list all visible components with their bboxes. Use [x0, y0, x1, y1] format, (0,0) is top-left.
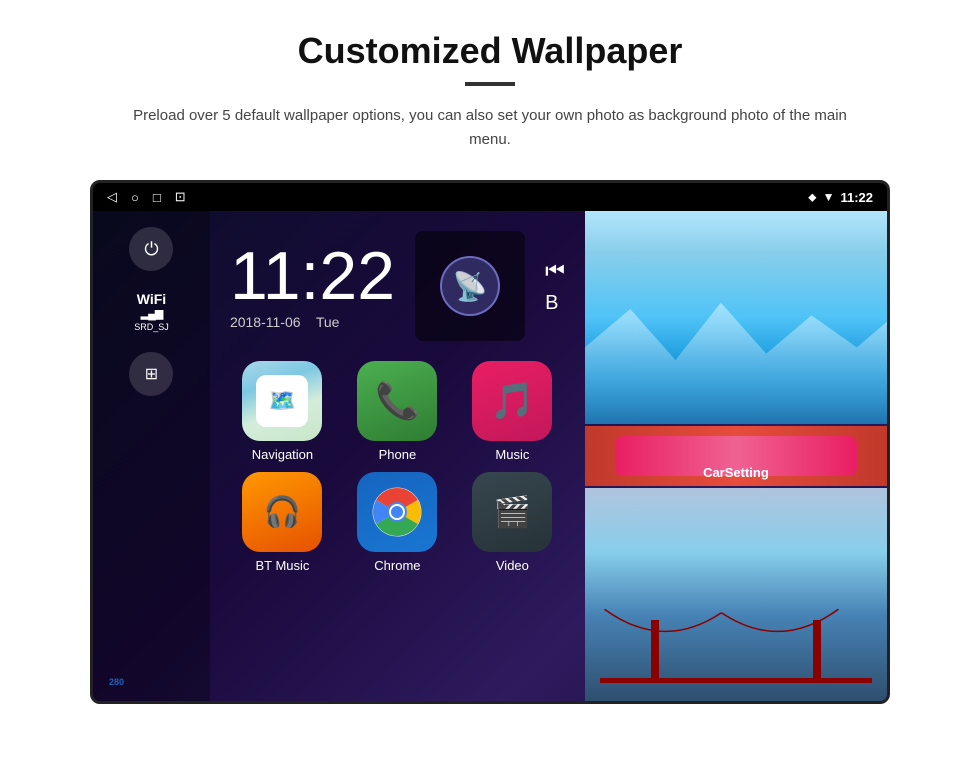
clock-date: 2018-11-06 Tue [230, 314, 395, 330]
clock-row: 11:22 2018-11-06 Tue 📡 [210, 211, 585, 351]
media-controls: ⏮ B [545, 258, 565, 315]
ice-cave-background [585, 211, 887, 424]
apps-grid-icon: ⊞ [145, 364, 158, 384]
status-bar-right: ⬥ ▼ 11:22 [808, 190, 873, 205]
phone-label: Phone [379, 447, 417, 462]
chrome-label: Chrome [374, 558, 420, 573]
music-icon: 🎵 [472, 361, 552, 441]
bt-music-icon: 🎧 [242, 472, 322, 552]
app-music[interactable]: 🎵 Music [460, 361, 565, 462]
recents-nav-icon: □ [153, 190, 161, 205]
video-label: Video [496, 558, 529, 573]
navigation-icon-inner: 🗺️ [256, 375, 308, 427]
app-bt-music[interactable]: 🎧 BT Music [230, 472, 335, 573]
bt-music-label: BT Music [255, 558, 309, 573]
navigation-icon: 🗺️ 280 [242, 361, 322, 441]
bluetooth-music-glyph: 🎧 [264, 495, 301, 530]
chrome-wheel-svg [371, 486, 423, 538]
apps-grid: 🗺️ 280 Navigation 📞 Phone [210, 351, 585, 593]
status-time: 11:22 [840, 190, 873, 205]
media-widget[interactable]: 📡 [415, 231, 525, 341]
app-phone[interactable]: 📞 Phone [345, 361, 450, 462]
sidebar: ⏻ WiFi ▂▄▆ SRD_SJ ⊞ [93, 211, 210, 701]
apps-drawer-button[interactable]: ⊞ [129, 352, 173, 396]
app-chrome[interactable]: Chrome [345, 472, 450, 573]
cast-icon: 📡 [453, 270, 488, 303]
device-frame: ◁ ○ □ ⊡ ⬥ ▼ 11:22 ⏻ WiFi ▂▄▆ SRD_SJ [90, 180, 890, 704]
screenshot-icon: ⊡ [175, 189, 186, 205]
wallpaper-preview-ice-cave[interactable] [585, 211, 887, 424]
page-wrapper: Customized Wallpaper Preload over 5 defa… [0, 0, 980, 724]
phone-glyph: 📞 [375, 380, 420, 422]
wifi-label: WiFi [134, 291, 169, 307]
location-icon: ⬥ [808, 190, 816, 205]
media-widget-icon: 📡 [440, 256, 500, 316]
screen-content: ⏻ WiFi ▂▄▆ SRD_SJ ⊞ 11:22 2018- [93, 211, 887, 701]
power-button[interactable]: ⏻ [129, 227, 173, 271]
wifi-info: WiFi ▂▄▆ SRD_SJ [134, 291, 169, 332]
music-label: Music [495, 447, 529, 462]
chrome-icon [357, 472, 437, 552]
wifi-network-name: SRD_SJ [134, 322, 169, 332]
music-glyph: 🎵 [490, 380, 535, 422]
app-video[interactable]: 🎬 Video [460, 472, 565, 573]
signal-icon: ▼ [823, 190, 835, 204]
page-subtitle: Preload over 5 default wallpaper options… [130, 104, 850, 152]
title-divider [465, 82, 515, 86]
video-icon: 🎬 [472, 472, 552, 552]
bluetooth-icon[interactable]: B [545, 292, 565, 315]
home-nav-icon: ○ [131, 190, 139, 205]
wallpaper-preview-bridge[interactable] [585, 488, 887, 701]
status-bar-left: ◁ ○ □ ⊡ [107, 189, 186, 205]
clock-time: 11:22 [230, 242, 395, 310]
phone-icon: 📞 [357, 361, 437, 441]
wallpaper-panel: CarSetting [585, 211, 887, 701]
car-setting-label: CarSetting [703, 465, 769, 480]
bridge-silhouette [585, 595, 887, 702]
video-glyph: 🎬 [494, 495, 531, 530]
ice-formation [585, 296, 887, 424]
navigation-label: Navigation [252, 447, 313, 462]
main-area: 11:22 2018-11-06 Tue 📡 [210, 211, 585, 701]
status-bar: ◁ ○ □ ⊡ ⬥ ▼ 11:22 [93, 183, 887, 211]
wallpaper-preview-car-setting[interactable]: CarSetting [585, 426, 887, 486]
skip-previous-icon[interactable]: ⏮ [545, 258, 565, 284]
page-title: Customized Wallpaper [40, 30, 940, 72]
back-nav-icon: ◁ [107, 189, 117, 205]
bridge-background [585, 488, 887, 701]
clock-section: 11:22 2018-11-06 Tue [230, 242, 395, 330]
app-navigation[interactable]: 🗺️ 280 Navigation [230, 361, 335, 462]
bridge-cables-svg [585, 595, 887, 702]
wifi-signal-bars: ▂▄▆ [134, 307, 169, 320]
